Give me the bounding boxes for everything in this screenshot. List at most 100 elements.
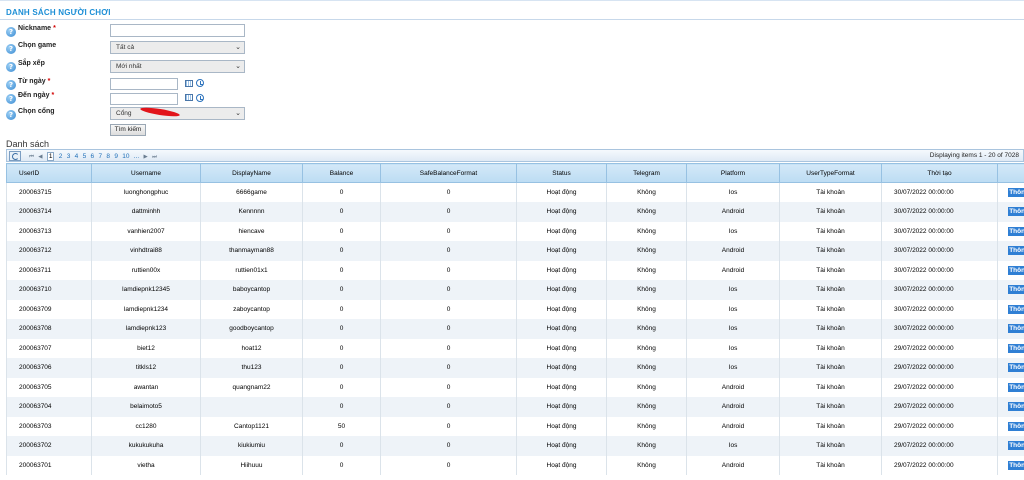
- cell-balance: 0: [302, 338, 381, 358]
- info-link[interactable]: Thông tin: [1008, 441, 1024, 451]
- cell-displayname: thanmayman88: [200, 241, 303, 261]
- cell-platform: Android: [686, 397, 780, 417]
- calendar-icon[interactable]: [185, 94, 193, 101]
- page-link-5[interactable]: 5: [83, 153, 87, 160]
- page-link-1[interactable]: 1: [46, 152, 55, 161]
- table-row[interactable]: 200063704 belaimoto5 0 0 Hoạt động Không Andro…: [6, 397, 1024, 417]
- cell-safebalance: 0: [380, 397, 517, 417]
- table-row[interactable]: 200063714 dattminhh Kennnnn 0 0 Hoạt động Khôn…: [6, 202, 1024, 222]
- help-icon[interactable]: ?: [6, 94, 16, 104]
- cell-platform: Ios: [686, 358, 780, 378]
- page-link-6[interactable]: 6: [91, 153, 95, 160]
- cell-created: 30/07/2022 00:00:00: [881, 221, 998, 241]
- column-header-created[interactable]: Thời tạo: [881, 163, 998, 183]
- cell-usertype: Tài khoản: [779, 241, 882, 261]
- cell-safebalance: 0: [380, 182, 517, 202]
- game-select[interactable]: Tất cả ⌄: [110, 41, 245, 54]
- column-header-displayname[interactable]: DisplayName: [200, 163, 303, 183]
- cell-platform: Ios: [686, 182, 780, 202]
- cell-balance: 0: [302, 280, 381, 300]
- column-header-username[interactable]: Username: [91, 163, 201, 183]
- column-header-telegram[interactable]: Telegram: [606, 163, 687, 183]
- table-row[interactable]: 200063708 lamdiepnk123 goodboycantop 0 0 Hoạt…: [6, 319, 1024, 339]
- info-link[interactable]: Thông tin: [1008, 343, 1024, 353]
- column-header-userid[interactable]: UserID: [6, 163, 92, 183]
- required-mark: *: [51, 92, 55, 99]
- help-icon[interactable]: ?: [6, 27, 16, 37]
- help-icon[interactable]: ?: [6, 80, 16, 90]
- table-row[interactable]: 200063703 cc1280 Cantop1121 50 0 Hoạt động Khô…: [6, 416, 1024, 436]
- next-page-icon[interactable]: ▶: [144, 154, 148, 160]
- page-link-3[interactable]: 3: [67, 153, 71, 160]
- info-link[interactable]: Thông tin: [1008, 265, 1024, 275]
- sort-select[interactable]: Mới nhất ⌄: [110, 60, 245, 73]
- cell-safebalance: 0: [380, 416, 517, 436]
- table-row[interactable]: 200063713 vanhien2007 hiencave 0 0 Hoạt động K…: [6, 221, 1024, 241]
- table-row[interactable]: 200063706 titkls12 thu123 0 0 Hoạt động Không I…: [6, 358, 1024, 378]
- table-row[interactable]: 200063710 lamdiepnk12345 baboycantop 0 0 Hoạt…: [6, 280, 1024, 300]
- cell-displayname: Kennnnn: [200, 202, 303, 222]
- table-row[interactable]: 200063711 ruttien00x ruttien01x1 0 0 Hoạt độn…: [6, 260, 1024, 280]
- cell-username: dattminhh: [91, 202, 201, 222]
- calendar-icon[interactable]: [185, 80, 193, 87]
- table-row[interactable]: 200063705 awantan quangnam22 0 0 Hoạt động Khô…: [6, 377, 1024, 397]
- info-link[interactable]: Thông tin: [1008, 304, 1024, 314]
- cell-safebalance: 0: [380, 221, 517, 241]
- prev-page-icon[interactable]: ◀: [38, 154, 42, 160]
- cell-telegram: Không: [606, 182, 687, 202]
- info-link[interactable]: Thông tin: [1008, 363, 1024, 373]
- info-link[interactable]: Thông tin: [1008, 226, 1024, 236]
- cell-balance: 0: [302, 397, 381, 417]
- page-link-4[interactable]: 4: [75, 153, 79, 160]
- cell-status: Hoạt động: [516, 299, 607, 319]
- cell-platform: Ios: [686, 436, 780, 456]
- nickname-input[interactable]: [110, 24, 245, 37]
- page-link-more[interactable]: ...: [134, 153, 139, 160]
- cell-platform: Android: [686, 377, 780, 397]
- page-link-8[interactable]: 8: [106, 153, 110, 160]
- to-date-input[interactable]: [110, 93, 178, 105]
- info-link[interactable]: Thông tin: [1008, 207, 1024, 217]
- info-link[interactable]: Thông tin: [1008, 382, 1024, 392]
- table-row[interactable]: 200063701 vietha Hiihuuu 0 0 Hoạt động Không An…: [6, 455, 1024, 475]
- table-row[interactable]: 200063709 lamdiepnk1234 zaboycantop 0 0 Hoạt …: [6, 299, 1024, 319]
- first-page-icon[interactable]: ⏮: [29, 154, 34, 161]
- column-header-status[interactable]: Status: [516, 163, 607, 183]
- search-button[interactable]: Tìm kiếm: [110, 124, 146, 136]
- info-link[interactable]: Thông tin: [1008, 188, 1024, 197]
- info-link[interactable]: Thông tin: [1008, 460, 1024, 470]
- column-header-safebalance[interactable]: SafeBalanceFormat: [380, 163, 517, 183]
- page-link-9[interactable]: 9: [114, 153, 118, 160]
- page-link-2[interactable]: 2: [59, 153, 63, 160]
- table-row[interactable]: 200063707 biet12 hoat12 0 0 Hoạt động Không Ios…: [6, 338, 1024, 358]
- column-header-platform[interactable]: Platform: [686, 163, 780, 183]
- info-link[interactable]: Thông tin: [1008, 402, 1024, 412]
- column-header-usertype[interactable]: UserTypeFormat: [779, 163, 882, 183]
- table-row[interactable]: 200063712 vinhdtrai88 thanmayman88 0 0 Hoạt đ…: [6, 241, 1024, 261]
- column-header-balance[interactable]: Balance: [302, 163, 381, 183]
- from-date-input[interactable]: [110, 78, 178, 90]
- cell-action: Thông tin: [997, 397, 1024, 417]
- help-icon[interactable]: ?: [6, 110, 16, 120]
- cell-username: cc1280: [91, 416, 201, 436]
- page-link-7[interactable]: 7: [98, 153, 102, 160]
- cell-username: ruttien00x: [91, 260, 201, 280]
- table-row[interactable]: 200063702 kukukukuha kiukiumiu 0 0 Hoạt động K…: [6, 436, 1024, 456]
- info-link[interactable]: Thông tin: [1008, 246, 1024, 256]
- table-row[interactable]: 200063715 luonghongphuc 6666game 0 0 Hoạt độn…: [6, 182, 1024, 202]
- grid-toolbar: ⏮ ◀ 1 2 3 4 5 6 7 8 9 10 ... ▶ ⏭ Display…: [6, 149, 1024, 162]
- help-icon[interactable]: ?: [6, 44, 16, 54]
- page-link-10[interactable]: 10: [122, 153, 129, 160]
- clock-icon[interactable]: [196, 79, 204, 87]
- cell-telegram: Không: [606, 221, 687, 241]
- cell-userid: 200063704: [6, 397, 92, 417]
- help-icon[interactable]: ?: [6, 62, 16, 72]
- cell-platform: Ios: [686, 280, 780, 300]
- last-page-icon[interactable]: ⏭: [152, 154, 157, 161]
- clock-icon[interactable]: [196, 94, 204, 102]
- info-link[interactable]: Thông tin: [1008, 421, 1024, 431]
- cell-usertype: Tài khoản: [779, 319, 882, 339]
- refresh-icon[interactable]: [9, 151, 21, 161]
- info-link[interactable]: Thông tin: [1008, 285, 1024, 295]
- info-link[interactable]: Thông tin: [1008, 324, 1024, 334]
